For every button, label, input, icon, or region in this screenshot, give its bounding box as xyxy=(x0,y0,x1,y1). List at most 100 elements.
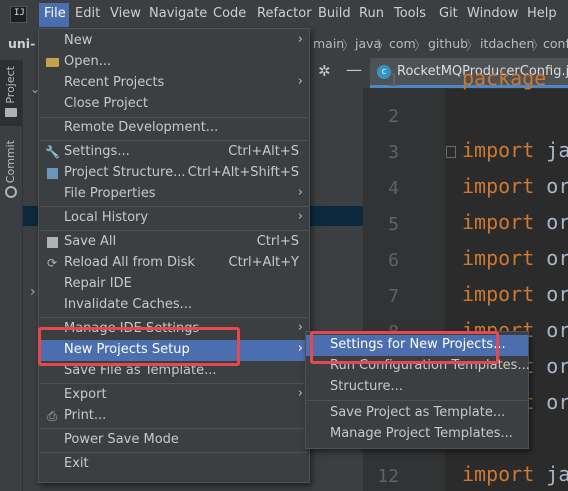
submenu-arrow-icon: › xyxy=(297,386,303,401)
menu-item-label: Export xyxy=(64,387,107,402)
commit-icon xyxy=(5,186,17,198)
menu-file[interactable]: File xyxy=(39,3,69,27)
menu-item-project-structure[interactable]: Project Structure... Ctrl+Alt+Shift+S xyxy=(39,163,309,184)
menu-code[interactable]: Code xyxy=(213,6,246,21)
code-keyword: import xyxy=(462,462,535,486)
line-number: 1 xyxy=(388,70,399,91)
line-number: 12 xyxy=(377,466,399,487)
submenu-arrow-icon: › xyxy=(297,320,303,335)
menu-separator xyxy=(40,428,308,429)
menu-build[interactable]: Build xyxy=(318,6,351,21)
line-number: 6 xyxy=(388,250,399,271)
menu-item-label: Recent Projects xyxy=(64,75,165,90)
line-number: 4 xyxy=(388,178,399,199)
code-keyword: import xyxy=(462,210,535,234)
menu-item-remote-development[interactable]: Remote Development... xyxy=(39,118,309,139)
commit-tool-label[interactable]: Commit xyxy=(4,140,17,183)
file-menu: New › Open... Recent Projects › Close Proj… xyxy=(38,28,310,483)
project-name[interactable]: uni- xyxy=(8,36,35,51)
code-keyword: import xyxy=(462,282,535,306)
menu-item-repair-ide[interactable]: Repair IDE xyxy=(39,274,309,295)
breadcrumb-com[interactable]: com xyxy=(389,36,416,51)
breadcrumb-separator: 〉 xyxy=(414,39,428,54)
code-keyword: package xyxy=(462,66,547,90)
code-line[interactable]: import or xyxy=(462,282,568,306)
menu-item-recent-projects[interactable]: Recent Projects › xyxy=(39,73,309,94)
menu-refactor[interactable]: Refactor xyxy=(257,6,312,21)
code-keyword: import xyxy=(462,138,535,162)
expand-arrow-icon[interactable]: › xyxy=(30,284,36,300)
breadcrumb-separator: 〉 xyxy=(466,39,480,54)
menu-window[interactable]: Window xyxy=(467,6,518,21)
code-line[interactable]: import or xyxy=(462,210,568,234)
menu-separator xyxy=(40,452,308,453)
menu-item-reload-all[interactable]: ⟳ Reload All from Disk Ctrl+Alt+Y xyxy=(39,253,309,274)
menu-item-label: Manage Project Templates... xyxy=(330,426,513,441)
menu-separator xyxy=(40,230,308,231)
menu-file-label: File xyxy=(44,6,66,21)
menu-item-save-project-as-template[interactable]: Save Project as Template... xyxy=(306,403,528,424)
annotation-highlight-box xyxy=(310,331,499,364)
code-line[interactable]: import or xyxy=(462,246,568,270)
breadcrumb-main[interactable]: main xyxy=(313,36,344,51)
code-identifier: or xyxy=(534,318,568,342)
breadcrumb-github[interactable]: github xyxy=(428,36,468,51)
menu-item-label: File Properties xyxy=(64,186,156,201)
menu-item-file-properties[interactable]: File Properties › xyxy=(39,184,309,205)
intellij-idea-icon: IJ xyxy=(10,6,27,23)
menu-item-open[interactable]: Open... xyxy=(39,52,309,73)
code-identifier: or xyxy=(534,282,568,306)
menu-tools[interactable]: Tools xyxy=(394,6,426,21)
code-identifier: or xyxy=(534,246,568,270)
menu-item-label: Project Structure... xyxy=(64,165,186,180)
menu-view[interactable]: View xyxy=(110,6,141,21)
menu-item-shortcut: Ctrl+S xyxy=(256,234,299,249)
breadcrumb-itdachen[interactable]: itdachen xyxy=(480,36,534,51)
reload-icon: ⟳ xyxy=(46,256,58,270)
submenu-arrow-icon: › xyxy=(297,185,303,200)
menu-item-shortcut: Ctrl+Alt+S xyxy=(228,144,299,159)
menu-edit[interactable]: Edit xyxy=(75,6,100,21)
folder-icon xyxy=(45,55,59,69)
submenu-arrow-icon: › xyxy=(297,74,303,89)
minimize-icon[interactable]: — xyxy=(346,60,362,79)
breadcrumb-conf[interactable]: conf xyxy=(543,36,568,51)
menu-separator xyxy=(40,317,308,318)
gear-icon[interactable]: ✲ xyxy=(318,62,331,80)
menu-item-label: Save Project as Template... xyxy=(330,405,506,420)
code-line[interactable]: import ja xyxy=(462,138,568,162)
menu-item-structure[interactable]: Structure... xyxy=(306,377,528,398)
code-keyword: import xyxy=(462,246,535,270)
menu-run[interactable]: Run xyxy=(359,6,384,21)
menu-item-export[interactable]: Export › xyxy=(39,385,309,406)
menu-help[interactable]: Help xyxy=(527,6,557,21)
menu-item-local-history[interactable]: Local History › xyxy=(39,208,309,229)
code-line[interactable]: package xyxy=(462,66,546,90)
menu-git[interactable]: Git xyxy=(439,6,458,21)
menu-item-invalidate-caches[interactable]: Invalidate Caches... xyxy=(39,295,309,316)
save-icon xyxy=(45,235,59,249)
code-line[interactable]: import ja xyxy=(462,462,568,486)
menu-item-manage-project-templates[interactable]: Manage Project Templates... xyxy=(306,424,528,445)
menu-separator xyxy=(307,400,527,401)
menu-item-print[interactable]: ⎙ Print... xyxy=(39,406,309,427)
line-number: 5 xyxy=(388,214,399,235)
menu-item-settings[interactable]: 🔧 Settings... Ctrl+Alt+S xyxy=(39,142,309,163)
menu-item-new[interactable]: New › xyxy=(39,31,309,52)
code-line[interactable]: import or xyxy=(462,174,568,198)
menu-item-exit[interactable]: Exit xyxy=(39,454,309,475)
menu-navigate[interactable]: Navigate xyxy=(149,6,207,21)
menu-item-save-all[interactable]: Save All Ctrl+S xyxy=(39,232,309,253)
project-tool-label: Project xyxy=(4,66,17,104)
menu-item-power-save-mode[interactable]: Power Save Mode xyxy=(39,430,309,451)
menu-item-label: Reload All from Disk xyxy=(64,255,195,270)
code-identifier: ja xyxy=(534,138,568,162)
fold-icon[interactable] xyxy=(446,146,456,158)
menu-item-close-project[interactable]: Close Project xyxy=(39,94,309,115)
code-identifier: or xyxy=(534,174,568,198)
menu-item-label: Exit xyxy=(64,456,89,471)
code-identifier: or xyxy=(534,354,568,378)
menu-separator xyxy=(40,140,308,141)
menu-item-label: Print... xyxy=(64,408,107,423)
breadcrumb-separator: 〉 xyxy=(342,39,356,54)
